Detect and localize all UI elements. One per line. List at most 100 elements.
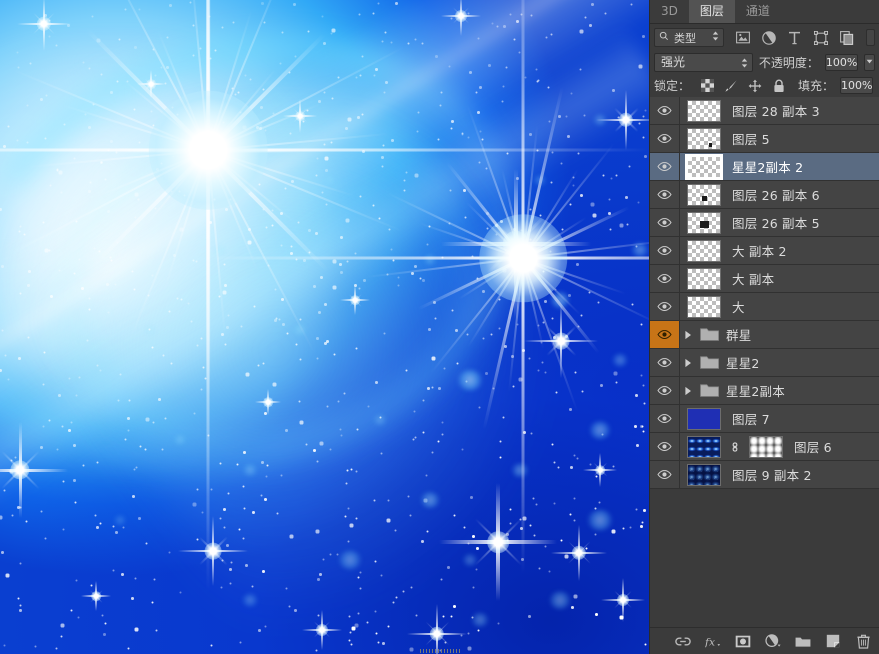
lock-icon-group bbox=[700, 79, 786, 93]
tab-channels[interactable]: 通道 bbox=[735, 0, 781, 23]
eye-icon bbox=[657, 217, 672, 228]
layer-row[interactable]: 图层 6 bbox=[650, 433, 879, 461]
layer-row[interactable]: 群星 bbox=[650, 321, 879, 349]
new-layer-icon[interactable] bbox=[825, 633, 841, 649]
layer-row[interactable]: 图层 5 bbox=[650, 125, 879, 153]
blend-mode-row: 强光 不透明度： 100% bbox=[650, 51, 879, 74]
layer-name: 图层 6 bbox=[794, 440, 832, 455]
layer-thumbnail[interactable] bbox=[680, 127, 728, 150]
folder-icon bbox=[696, 355, 722, 370]
layer-row[interactable]: 星星2 bbox=[650, 349, 879, 377]
layer-name: 大 bbox=[732, 300, 745, 315]
layer-name: 图层 5 bbox=[732, 132, 770, 147]
layer-row[interactable]: 图层 28 副本 3 bbox=[650, 97, 879, 125]
adjustment-layer-filter-icon[interactable] bbox=[761, 30, 776, 45]
image-canvas[interactable] bbox=[0, 0, 649, 654]
filter-type-label: 类型 bbox=[674, 31, 696, 45]
layer-visibility-toggle[interactable] bbox=[650, 433, 680, 460]
layer-thumbnail[interactable] bbox=[680, 407, 728, 430]
layer-row[interactable]: 星星2副本 bbox=[650, 377, 879, 405]
blend-mode-value: 强光 bbox=[661, 55, 686, 69]
layer-visibility-toggle[interactable] bbox=[650, 349, 680, 376]
layer-thumbnail[interactable] bbox=[680, 435, 728, 458]
layer-name: 星星2 bbox=[726, 356, 760, 371]
lock-image-pixels-icon[interactable] bbox=[724, 79, 738, 93]
tab-layers[interactable]: 图层 bbox=[688, 0, 735, 23]
eye-icon bbox=[657, 245, 672, 256]
group-expand-triangle-icon[interactable] bbox=[680, 386, 696, 396]
lock-all-icon[interactable] bbox=[772, 79, 786, 93]
layer-thumbnail[interactable] bbox=[680, 239, 728, 262]
layer-visibility-toggle[interactable] bbox=[650, 97, 680, 124]
layer-name: 星星2副本 2 bbox=[732, 160, 804, 175]
layer-visibility-toggle[interactable] bbox=[650, 153, 680, 180]
new-group-icon[interactable] bbox=[795, 633, 811, 649]
type-layer-filter-icon[interactable] bbox=[787, 30, 802, 45]
link-mask-icon[interactable] bbox=[728, 440, 742, 454]
layer-mask-thumbnail[interactable] bbox=[742, 435, 790, 458]
layer-list[interactable]: 图层 28 副本 3 图层 5 星星2副本 2 图层 26 副本 6 图层 26 副本 … bbox=[650, 97, 879, 627]
layer-row[interactable]: 大 副本 bbox=[650, 265, 879, 293]
filter-enable-toggle[interactable] bbox=[866, 29, 875, 46]
layer-visibility-toggle[interactable] bbox=[650, 293, 680, 320]
layer-row[interactable]: 图层 26 副本 5 bbox=[650, 209, 879, 237]
layer-style-fx-icon[interactable]: fx bbox=[705, 633, 721, 649]
layer-thumbnail[interactable] bbox=[680, 183, 728, 206]
opacity-stepper[interactable] bbox=[864, 54, 875, 71]
layer-thumbnail[interactable] bbox=[680, 99, 728, 122]
folder-icon bbox=[696, 327, 722, 342]
layer-thumbnail[interactable] bbox=[680, 463, 728, 486]
folder-icon bbox=[696, 383, 722, 398]
lock-transparent-pixels-icon[interactable] bbox=[700, 79, 714, 93]
smart-object-filter-icon[interactable] bbox=[839, 30, 854, 45]
layer-thumbnail[interactable] bbox=[680, 211, 728, 234]
eye-icon bbox=[657, 441, 672, 452]
shape-layer-filter-icon[interactable] bbox=[813, 30, 828, 45]
layer-visibility-toggle[interactable] bbox=[650, 125, 680, 152]
layer-name: 星星2副本 bbox=[726, 384, 785, 399]
filter-type-dropdown[interactable]: 类型 bbox=[654, 28, 724, 47]
layer-visibility-toggle[interactable] bbox=[650, 265, 680, 292]
layer-filter-row: 类型 bbox=[650, 24, 879, 51]
layer-row[interactable]: 星星2副本 2 bbox=[650, 153, 879, 181]
layer-row[interactable]: 图层 9 副本 2 bbox=[650, 461, 879, 489]
canvas-starbursts bbox=[0, 0, 649, 654]
layer-visibility-toggle[interactable] bbox=[650, 377, 680, 404]
pixel-layer-filter-icon[interactable] bbox=[735, 30, 750, 45]
lock-position-icon[interactable] bbox=[748, 79, 762, 93]
panel-resize-grip[interactable] bbox=[419, 649, 460, 653]
fill-input[interactable]: 100% bbox=[840, 77, 874, 94]
group-expand-triangle-icon[interactable] bbox=[680, 358, 696, 368]
layers-panel: 3D 图层 通道 类型 强光 不透明度： 100% 锁定： 填充： 100% 图… bbox=[419, 0, 879, 654]
chevron-updown-icon bbox=[712, 31, 719, 44]
layer-name: 图层 9 副本 2 bbox=[732, 468, 812, 483]
layer-thumbnail[interactable] bbox=[680, 295, 728, 318]
link-layers-icon[interactable] bbox=[675, 633, 691, 649]
opacity-input[interactable]: 100% bbox=[824, 54, 859, 71]
layer-visibility-toggle[interactable] bbox=[650, 405, 680, 432]
tab-3d[interactable]: 3D bbox=[650, 0, 689, 23]
layer-row[interactable]: 大 副本 2 bbox=[650, 237, 879, 265]
layer-name: 图层 26 副本 6 bbox=[732, 188, 820, 203]
layer-name: 图层 26 副本 5 bbox=[732, 216, 820, 231]
blend-mode-dropdown[interactable]: 强光 bbox=[654, 53, 753, 72]
layer-visibility-toggle[interactable] bbox=[650, 321, 680, 348]
layer-row[interactable]: 大 bbox=[650, 293, 879, 321]
photoshop-window: 3D 图层 通道 类型 强光 不透明度： 100% 锁定： 填充： 100% 图… bbox=[0, 0, 879, 654]
layer-visibility-toggle[interactable] bbox=[650, 237, 680, 264]
add-layer-mask-icon[interactable] bbox=[735, 633, 751, 649]
eye-icon bbox=[657, 413, 672, 424]
group-expand-triangle-icon[interactable] bbox=[680, 330, 696, 340]
eye-icon bbox=[657, 105, 672, 116]
eye-icon bbox=[657, 273, 672, 284]
layer-visibility-toggle[interactable] bbox=[650, 181, 680, 208]
layer-row[interactable]: 图层 7 bbox=[650, 405, 879, 433]
new-adjustment-layer-icon[interactable] bbox=[765, 633, 781, 649]
eye-icon bbox=[657, 469, 672, 480]
layer-thumbnail[interactable] bbox=[680, 155, 728, 178]
layer-row[interactable]: 图层 26 副本 6 bbox=[650, 181, 879, 209]
layer-visibility-toggle[interactable] bbox=[650, 461, 680, 488]
delete-layer-icon[interactable] bbox=[855, 633, 871, 649]
layer-visibility-toggle[interactable] bbox=[650, 209, 680, 236]
layer-thumbnail[interactable] bbox=[680, 267, 728, 290]
